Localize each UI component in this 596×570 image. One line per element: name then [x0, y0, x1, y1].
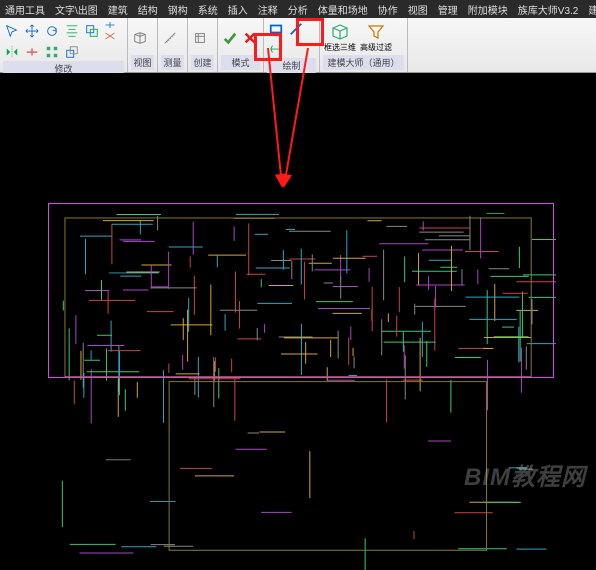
pick-tool[interactable]	[267, 40, 285, 58]
move-icon[interactable]	[23, 22, 41, 40]
tab-注释[interactable]: 注释	[253, 0, 283, 18]
box3d-button[interactable]: 框选三维	[323, 21, 357, 55]
panel-create-label: 创建	[191, 55, 214, 70]
panel-draw-label: 绘制	[267, 58, 316, 73]
create-icon[interactable]	[191, 29, 209, 47]
array-icon[interactable]	[43, 43, 61, 61]
tab-插入[interactable]: 插入	[223, 0, 253, 18]
tab-建筑[interactable]: 建筑	[103, 0, 133, 18]
tab-协作[interactable]: 协作	[373, 0, 403, 18]
mirror-icon[interactable]	[3, 43, 21, 61]
split-icon[interactable]	[23, 43, 41, 61]
rect-tool[interactable]	[267, 20, 285, 38]
tab-结构[interactable]: 结构	[133, 0, 163, 18]
panel-bm-label: 建模大师（通用）	[323, 55, 404, 70]
tab-体量和场地[interactable]: 体量和场地	[313, 0, 373, 18]
tab-分析[interactable]: 分析	[283, 0, 313, 18]
panel-measure: 测量	[158, 18, 188, 72]
ribbon-tabs: 通用工具文字\出图建筑结构钢构系统插入注释分析体量和场地协作视图管理附加模块族库…	[0, 0, 596, 18]
line-tool[interactable]	[287, 20, 305, 38]
ribbon: 修改 视图 测量 创建 模式 绘制 框选三维	[0, 18, 596, 73]
watermark: BIM教程网	[464, 457, 586, 492]
panel-modify: 修改	[0, 18, 128, 72]
panel-view-label: 视图	[131, 55, 154, 70]
tab-文字\出图[interactable]: 文字\出图	[50, 0, 103, 18]
confirm-button[interactable]	[221, 29, 239, 47]
filter-button[interactable]: 高级过滤	[359, 21, 393, 55]
viewport[interactable]: BIM教程网	[0, 73, 596, 500]
scale-icon[interactable]	[63, 43, 81, 61]
tab-附加模块[interactable]: 附加模块	[463, 0, 513, 18]
tab-系统[interactable]: 系统	[193, 0, 223, 18]
box3d-icon	[330, 22, 350, 42]
tab-族库大师V3.2[interactable]: 族库大师V3.2	[513, 0, 584, 18]
tab-通用工具[interactable]: 通用工具	[0, 0, 50, 18]
tab-建模大师（机电）[interactable]: 建模大师（机电）	[583, 0, 596, 18]
rotate-icon[interactable]	[43, 22, 61, 40]
panel-measure-label: 测量	[161, 55, 184, 70]
panel-view: 视图	[128, 18, 158, 72]
offset-icon[interactable]	[83, 22, 101, 40]
cancel-button[interactable]	[241, 29, 259, 47]
select-icon[interactable]	[3, 22, 21, 40]
align-icon[interactable]	[63, 22, 81, 40]
panel-mode-label: 模式	[221, 55, 260, 70]
panel-mode: 模式	[218, 18, 264, 72]
panel-draw: 绘制	[264, 18, 320, 72]
measure-icon[interactable]	[161, 29, 179, 47]
trim2-icon[interactable]	[103, 31, 117, 41]
tab-视图[interactable]: 视图	[403, 0, 433, 18]
panel-bm: 框选三维 高级过滤 建模大师（通用）	[320, 18, 408, 72]
view-icon[interactable]	[131, 29, 149, 47]
filter-icon	[366, 22, 386, 42]
tab-管理[interactable]: 管理	[433, 0, 463, 18]
tab-钢构[interactable]: 钢构	[163, 0, 193, 18]
panel-create: 创建	[188, 18, 218, 72]
floor-plan	[60, 213, 556, 570]
